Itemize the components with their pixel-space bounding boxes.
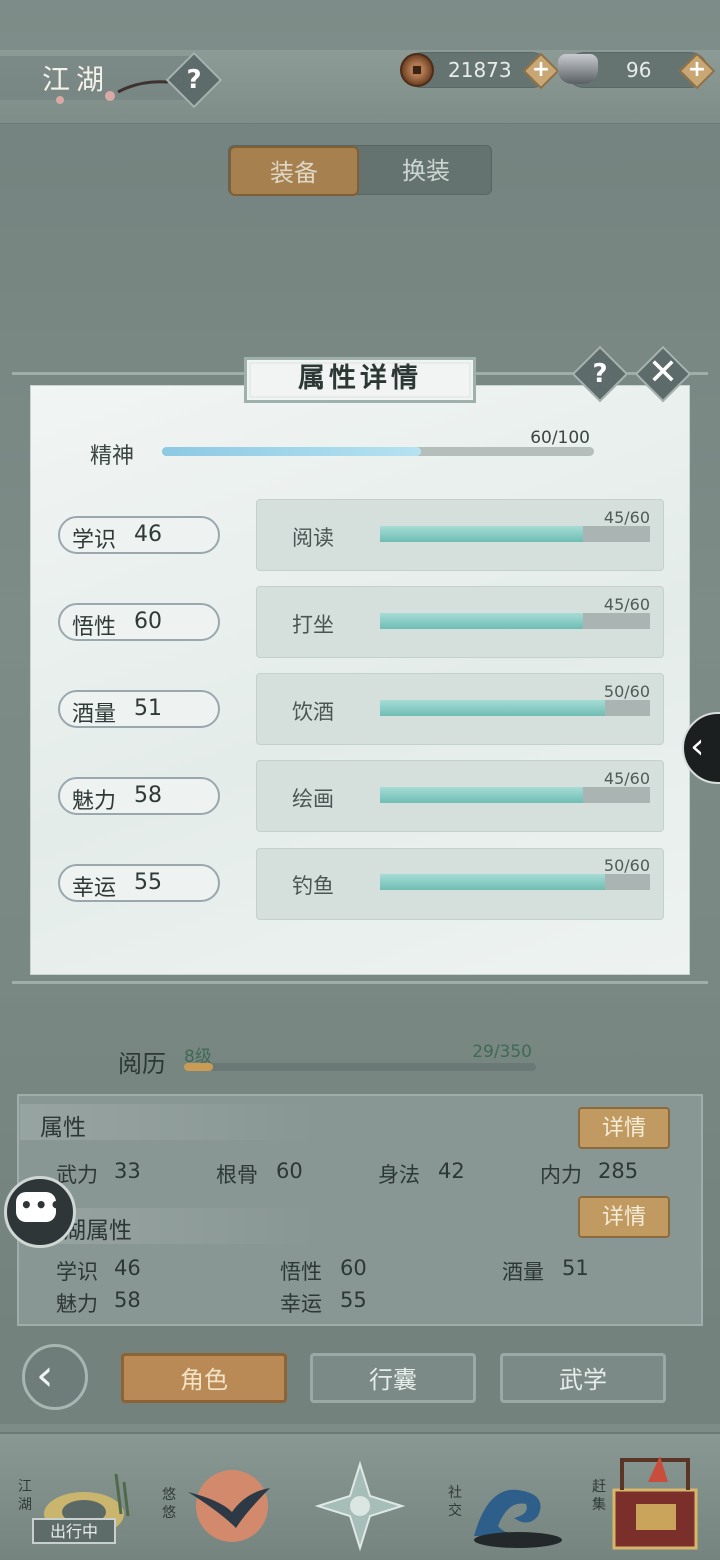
stat-value: 46: [134, 522, 162, 547]
dock-label-jianghu: 江湖: [18, 1479, 32, 1513]
activity-progress-text: 45/60: [603, 769, 650, 788]
compass-star-icon[interactable]: [314, 1460, 406, 1552]
chevron-left-icon: ‹: [690, 726, 705, 767]
activity-progress-fill: [380, 700, 605, 716]
activity-progress-text: 45/60: [603, 508, 650, 527]
activity-name: 钓鱼: [292, 874, 334, 898]
spirit-progress-bar: [162, 447, 594, 456]
stat-value: 58: [134, 783, 162, 808]
activity-name: 打坐: [292, 613, 334, 637]
tab-inventory[interactable]: 行囊: [310, 1353, 476, 1403]
wave-icon[interactable]: [468, 1466, 568, 1552]
dialog-title: 属性详情: [298, 363, 422, 394]
activity-progress-bar: [380, 526, 650, 542]
coin-value: 21873: [448, 58, 512, 82]
stat-value: 55: [134, 870, 162, 895]
attribute-name: 酒量: [502, 1260, 544, 1284]
swallow-icon[interactable]: [180, 1462, 272, 1552]
dock-label-leisure: 悠悠: [162, 1487, 176, 1521]
attribute-value: 42: [438, 1159, 465, 1183]
experience-progress-bar: [184, 1063, 536, 1071]
attributes-detail-button[interactable]: 详情: [578, 1107, 670, 1149]
dock-label-social: 社交: [448, 1485, 462, 1519]
stat-value: 60: [134, 609, 162, 634]
activity-progress-text: 50/60: [603, 856, 650, 875]
attribute-name: 身法: [378, 1163, 420, 1187]
activity-name: 绘画: [292, 787, 334, 811]
activity-progress-fill: [380, 613, 583, 629]
activity-name: 阅读: [292, 526, 334, 550]
attribute-value: 51: [562, 1256, 589, 1280]
stat-name: 悟性: [72, 615, 117, 640]
jianghu-detail-button[interactable]: 详情: [578, 1196, 670, 1238]
stat-name: 学识: [72, 528, 117, 553]
silver-ingot-icon: [558, 54, 598, 84]
attribute-name: 幸运: [280, 1292, 322, 1316]
attribute-value: 60: [276, 1159, 303, 1183]
attribute-name: 悟性: [280, 1260, 322, 1284]
plus-icon: +: [531, 57, 551, 82]
page-title: 江湖: [42, 63, 111, 96]
coin-icon: [400, 53, 434, 87]
attribute-name: 魅力: [56, 1292, 98, 1316]
silver-value: 96: [626, 58, 652, 82]
attribute-name: 根骨: [216, 1163, 258, 1187]
travel-status-badge: 出行中: [32, 1518, 116, 1544]
back-chevron-icon: ‹: [36, 1350, 54, 1401]
attribute-name: 内力: [540, 1163, 582, 1187]
spirit-value: 60/100: [530, 428, 590, 448]
stat-value: 51: [134, 696, 162, 721]
stat-name: 魅力: [72, 789, 117, 814]
activity-progress-bar: [380, 787, 650, 803]
activity-progress-bar: [380, 613, 650, 629]
activity-progress-bar: [380, 874, 650, 890]
help-icon: ?: [592, 359, 608, 389]
attribute-value: 46: [114, 1256, 141, 1280]
tab-martial-arts[interactable]: 武学: [500, 1353, 666, 1403]
activity-progress-fill: [380, 874, 605, 890]
tab-character[interactable]: 角色: [121, 1353, 287, 1403]
activity-name: 饮酒: [292, 700, 334, 724]
attribute-value: 58: [114, 1288, 141, 1312]
back-button[interactable]: [22, 1344, 88, 1410]
activity-progress-text: 45/60: [603, 595, 650, 614]
activity-progress-fill: [380, 787, 583, 803]
help-icon: ?: [186, 65, 202, 95]
attribute-value: 55: [340, 1288, 367, 1312]
activity-progress-fill: [380, 526, 583, 542]
spirit-label: 精神: [90, 444, 135, 469]
stat-name: 幸运: [72, 876, 117, 901]
experience-progress-fill: [184, 1063, 214, 1071]
stat-name: 酒量: [72, 702, 117, 727]
experience-value: 29/350: [472, 1042, 532, 1062]
attribute-value: 60: [340, 1256, 367, 1280]
attribute-value: 285: [598, 1159, 639, 1183]
activity-progress-text: 50/60: [603, 682, 650, 701]
plus-icon: +: [687, 57, 707, 82]
close-icon: ✕: [647, 352, 679, 393]
attributes-title: 属性: [40, 1115, 86, 1141]
chat-dots-icon: •••: [20, 1193, 65, 1217]
attribute-value: 33: [114, 1159, 141, 1183]
attribute-name: 学识: [56, 1260, 98, 1284]
activity-progress-bar: [380, 700, 650, 716]
market-chest-icon[interactable]: [608, 1452, 706, 1554]
experience-label: 阅历: [118, 1050, 166, 1078]
spirit-progress-fill: [162, 447, 422, 456]
